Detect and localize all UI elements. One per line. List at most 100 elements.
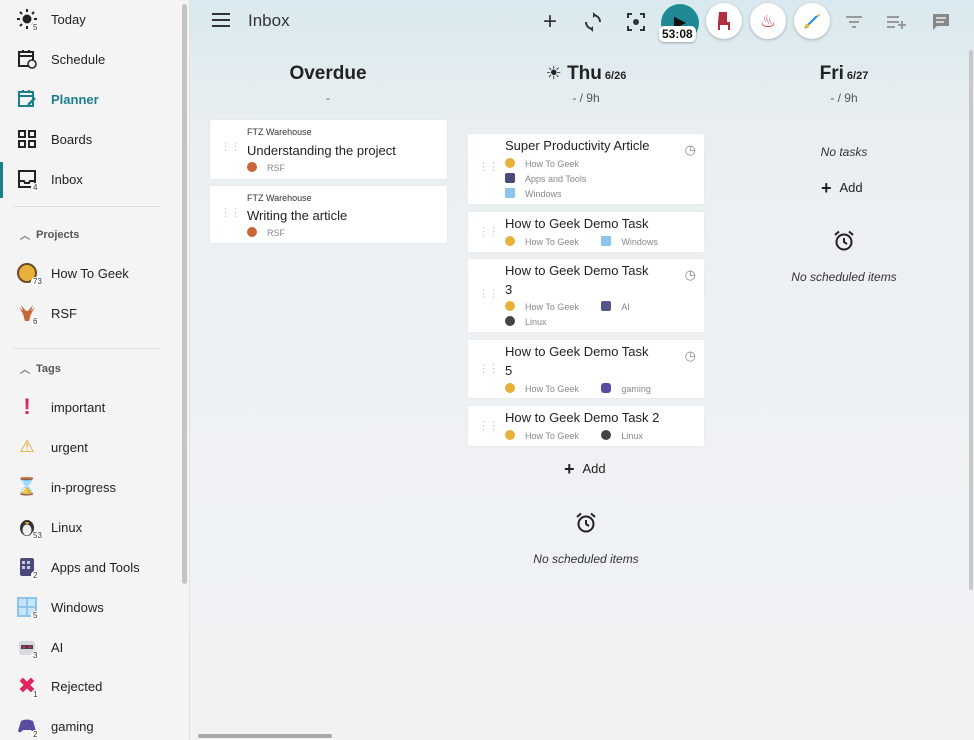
sidebar-item-label: How To Geek [51,266,129,281]
task-tags: How To Geek gaming [505,382,671,397]
main-content: Inbox + ▶ 53:08 ♨ Overdue - ⋮⋮ FTZ Wareh… [190,0,974,740]
break-reminder-button[interactable] [706,3,742,39]
sidebar-item-label: Inbox [51,172,83,187]
sidebar-scrollbar[interactable] [182,4,187,584]
tools-icon [505,173,515,183]
sidebar-item-tag-rejected[interactable]: ✖ 1 Rejected [0,667,180,707]
sidebar-item-label: in-progress [51,480,117,495]
sidebar-item-label: Boards [51,132,93,147]
calendar-edit-icon [16,88,38,110]
add-task-button[interactable]: + [538,10,562,34]
sidebar-item-schedule[interactable]: Schedule [0,40,180,80]
sidebar-item-planner[interactable]: Planner [0,80,180,120]
scheduled-clock-icon[interactable]: ◷ [685,142,696,158]
dart-icon [804,13,820,29]
sidebar-item-inbox[interactable]: 4 Inbox [0,160,180,200]
task-title: How to Geek Demo Task 2 [505,410,660,425]
tags-heading[interactable]: ︿ Tags [20,361,61,377]
windows-icon [505,188,515,198]
drag-handle-icon[interactable]: ⋮⋮ [220,142,241,153]
task-card[interactable]: ⋮⋮ How to Geek Demo Task How To Geek Win… [468,212,704,252]
horizontal-scrollbar[interactable] [198,734,332,738]
drag-handle-icon[interactable]: ⋮⋮ [478,227,499,238]
sidebar-item-label: Rejected [51,679,103,694]
sidebar-item-tag-gaming[interactable]: 2 gaming [0,707,180,740]
sidebar-item-today[interactable]: 5 Today [0,0,180,40]
sidebar-item-tag-linux[interactable]: 53 Linux [0,508,180,548]
scheduled-clock-icon[interactable]: ◷ [685,348,696,364]
task-card[interactable]: ⋮⋮ FTZ Warehouse Writing the article RSF [210,186,447,243]
sidebar-item-label: Windows [51,600,104,615]
add-task-thu-button[interactable]: + Add [564,460,606,478]
drag-handle-icon[interactable]: ⋮⋮ [478,289,499,300]
tag-count: 2 [31,571,40,580]
add-task-fri-button[interactable]: + Add [821,179,863,197]
column-title: Overdue [289,63,367,84]
tag-chip: How To Geek [505,383,589,394]
sidebar-item-label: important [51,400,106,415]
nerd-face-icon [505,236,515,246]
task-card[interactable]: ⋮⋮ How to Geek Demo Task 5 ◷ How To Geek… [468,340,704,398]
tag-chip: How To Geek [505,236,589,247]
alarm-clock-icon [834,230,854,251]
task-title: How to Geek Demo Task [505,216,649,231]
drag-handle-icon[interactable]: ⋮⋮ [220,208,241,219]
task-card[interactable]: ⋮⋮ Super Productivity Article ◷ How To G… [468,134,704,204]
nerd-face-icon [505,383,515,393]
focus-mode-icon[interactable] [624,10,648,34]
sidebar-item-tag-in-progress[interactable]: ⌛ in-progress [0,468,180,508]
task-card[interactable]: ⋮⋮ How to Geek Demo Task 3 ◷ How To Geek… [468,259,704,332]
sidebar: 5 Today Schedule Planner Boards 4 Inbox … [0,0,190,740]
chevron-up-icon: ︿ [20,365,30,376]
sidebar-item-rsf[interactable]: 6 RSF [0,294,180,334]
drag-handle-icon[interactable]: ⋮⋮ [478,162,499,173]
sync-icon[interactable] [581,10,605,34]
menu-button[interactable] [212,13,230,27]
vertical-scrollbar[interactable] [969,50,973,590]
today-count: 5 [31,23,40,32]
chair-icon [718,12,730,30]
warning-icon: ⚠ [19,437,35,456]
dart-button[interactable] [794,3,830,39]
chevron-up-icon: ︿ [20,231,30,242]
sidebar-item-how-to-geek[interactable]: 73 How To Geek [0,254,180,294]
sidebar-item-tag-windows[interactable]: 5 Windows [0,588,180,628]
tag-chip: RSF [247,227,295,238]
sidebar-item-tag-apps-and-tools[interactable]: 2 Apps and Tools [0,548,180,588]
column-estimate: - / 9h [572,91,600,105]
projects-heading[interactable]: ︿ Projects [20,227,79,243]
no-scheduled-items-text: No scheduled items [533,552,639,566]
alarm-clock-icon [576,512,596,533]
add-to-list-icon[interactable] [885,10,909,34]
hourglass-icon: ⌛ [16,477,38,496]
scheduled-clock-icon[interactable]: ◷ [685,267,696,283]
column-estimate: - / 9h [830,91,858,105]
windows-icon [601,236,612,246]
sidebar-item-label: Apps and Tools [51,560,140,575]
sidebar-item-tag-ai[interactable]: 3 AI [0,628,180,668]
sidebar-item-label: AI [51,640,64,655]
sidebar-item-tag-important[interactable]: ! important [0,388,180,428]
tag-chip: RSF [247,162,295,173]
tag-count: 53 [31,531,44,540]
task-tags: RSF [247,226,305,241]
tag-chip: Linux [601,430,653,441]
moose-icon [247,162,257,172]
timer-display: 53:08 [659,26,696,42]
drag-handle-icon[interactable]: ⋮⋮ [478,421,499,432]
tag-chip: How To Geek [505,430,589,441]
tag-count: 3 [31,651,40,660]
task-card[interactable]: ⋮⋮ FTZ Warehouse Understanding the proje… [210,120,447,179]
task-card[interactable]: ⋮⋮ How to Geek Demo Task 2 How To Geek L… [468,406,704,446]
filter-icon[interactable] [842,10,866,34]
sidebar-item-boards[interactable]: Boards [0,120,180,160]
inbox-count: 4 [31,183,40,192]
grid-icon [16,128,38,150]
hot-springs-icon: ♨ [759,10,777,31]
project-count: 73 [31,277,44,286]
comment-icon[interactable] [929,10,953,34]
onsen-button[interactable]: ♨ [750,3,786,39]
no-tasks-text: No tasks [820,145,868,159]
sidebar-item-tag-urgent[interactable]: ⚠ urgent [0,428,180,468]
drag-handle-icon[interactable]: ⋮⋮ [478,364,499,375]
